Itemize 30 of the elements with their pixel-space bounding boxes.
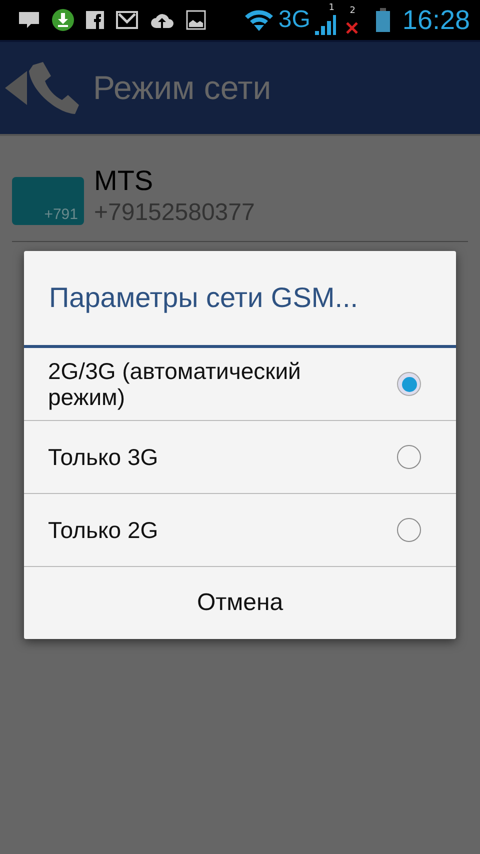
chat-icon (18, 10, 40, 30)
option-row[interactable]: 2G/3G (автоматический режим) (24, 348, 456, 421)
sim-card-label: +791 (44, 206, 78, 222)
sim-number: 2 (350, 6, 356, 16)
cloud-upload-icon (150, 11, 174, 29)
image-icon (186, 10, 206, 30)
battery-icon (376, 8, 390, 32)
option-label: Только 3G (48, 444, 158, 470)
dialog-title: Параметры сети GSM... (24, 251, 456, 348)
option-label: Только 2G (48, 516, 158, 544)
option-row[interactable]: Только 2G (24, 494, 456, 567)
signal-icon (314, 13, 336, 35)
facebook-icon (86, 11, 104, 29)
back-arrow-icon (5, 71, 27, 105)
cancel-button[interactable]: Отмена (24, 567, 456, 639)
option-row[interactable]: Только 3G (24, 421, 456, 494)
clock: 16:28 (402, 4, 470, 36)
screen-title: Режим сети (93, 69, 272, 107)
download-icon (52, 9, 74, 31)
option-label: 2G/3G (автоматический режим) (48, 358, 302, 410)
radio-button[interactable] (397, 518, 421, 542)
radio-button[interactable] (397, 445, 421, 469)
network-type: 3G (278, 6, 310, 34)
wifi-icon (244, 8, 274, 32)
sim-number: 1 (328, 3, 334, 13)
mail-icon (116, 11, 138, 29)
no-signal-icon (346, 22, 358, 34)
operator-name: MTS (94, 164, 154, 196)
phone-icon (27, 61, 79, 115)
radio-button[interactable] (397, 372, 421, 396)
